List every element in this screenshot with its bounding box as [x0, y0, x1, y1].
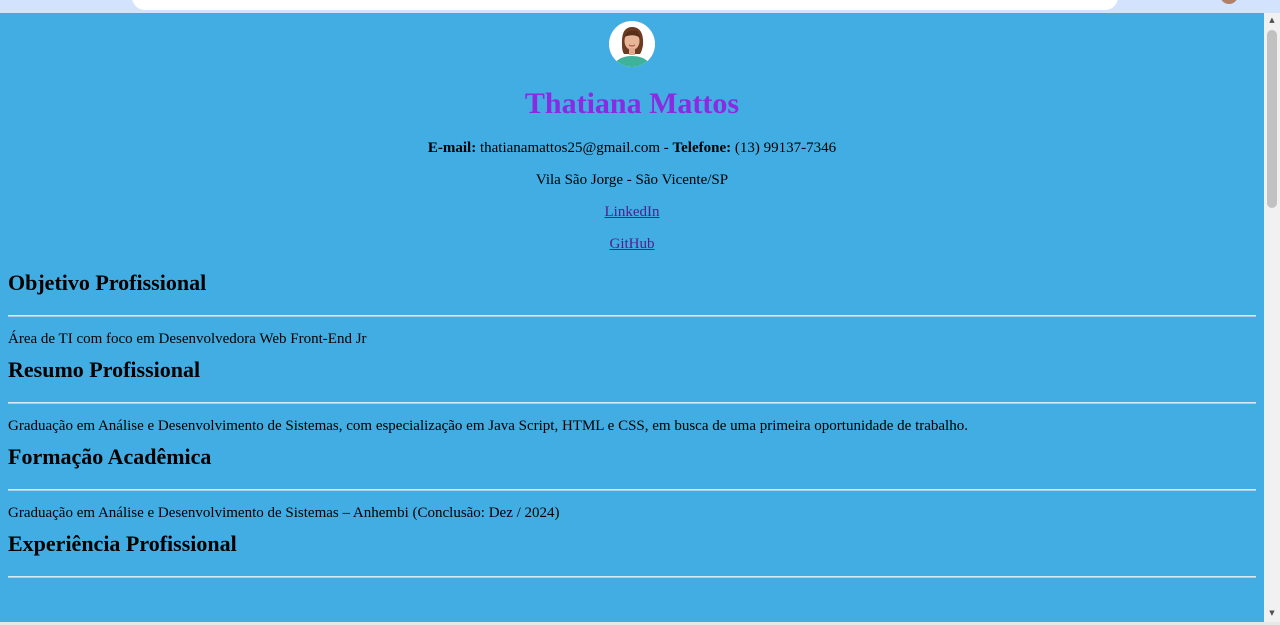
- phone-value: (13) 99137-7346: [734, 140, 837, 156]
- email-label: E-mail:: [427, 140, 477, 156]
- address-text: Vila São Jorge - São Vicente/SP: [535, 172, 729, 188]
- section-title: Objetivo Profissional: [8, 270, 207, 295]
- scroll-up-icon[interactable]: ▲: [1264, 13, 1280, 27]
- section-resumo: Resumo Profissional Graduação em Análise…: [0, 357, 1264, 435]
- linkedin-link[interactable]: LinkedIn: [605, 204, 660, 220]
- browser-toolbar: [0, 0, 1280, 13]
- page-title: Thatiana Mattos: [524, 87, 740, 120]
- section-title: Formação Acadêmica: [8, 444, 212, 469]
- section-divider: [8, 402, 1256, 404]
- section-experiencia: Experiência Profissional: [0, 531, 1264, 578]
- section-divider: [8, 489, 1256, 491]
- section-text: Graduação em Análise e Desenvolvimento d…: [8, 418, 968, 434]
- contact-line: E-mail: thatianamattos25@gmail.com - Tel…: [0, 140, 1264, 157]
- scrollbar-thumb[interactable]: [1267, 30, 1277, 208]
- linkedin-line: LinkedIn: [0, 204, 1264, 221]
- section-divider: [8, 576, 1256, 578]
- section-objetivo: Objetivo Profissional Área de TI com foc…: [0, 270, 1264, 348]
- phone-label: Telefone:: [672, 140, 732, 156]
- github-line: GitHub: [0, 236, 1264, 253]
- page-viewport: Thatiana Mattos E-mail: thatianamattos25…: [0, 13, 1264, 622]
- address-bar[interactable]: [132, 0, 1118, 10]
- section-text: Graduação em Análise e Desenvolvimento d…: [8, 505, 560, 521]
- section-text: Área de TI com foco em Desenvolvedora We…: [8, 331, 367, 347]
- contact-separator: -: [660, 140, 673, 156]
- profile-photo: [609, 21, 655, 67]
- github-link[interactable]: GitHub: [610, 236, 655, 252]
- section-title: Experiência Profissional: [8, 531, 237, 556]
- browser-profile-avatar[interactable]: [1220, 0, 1238, 4]
- resume-header: Thatiana Mattos E-mail: thatianamattos25…: [0, 21, 1264, 253]
- section-divider: [8, 315, 1256, 317]
- scroll-down-icon[interactable]: ▼: [1264, 606, 1280, 620]
- section-formacao: Formação Acadêmica Graduação em Análise …: [0, 444, 1264, 522]
- email-value: thatianamattos25@gmail.com: [479, 140, 660, 156]
- profile-photo-image: [609, 21, 655, 67]
- vertical-scrollbar[interactable]: ▲ ▼: [1264, 13, 1280, 622]
- section-title: Resumo Profissional: [8, 357, 201, 382]
